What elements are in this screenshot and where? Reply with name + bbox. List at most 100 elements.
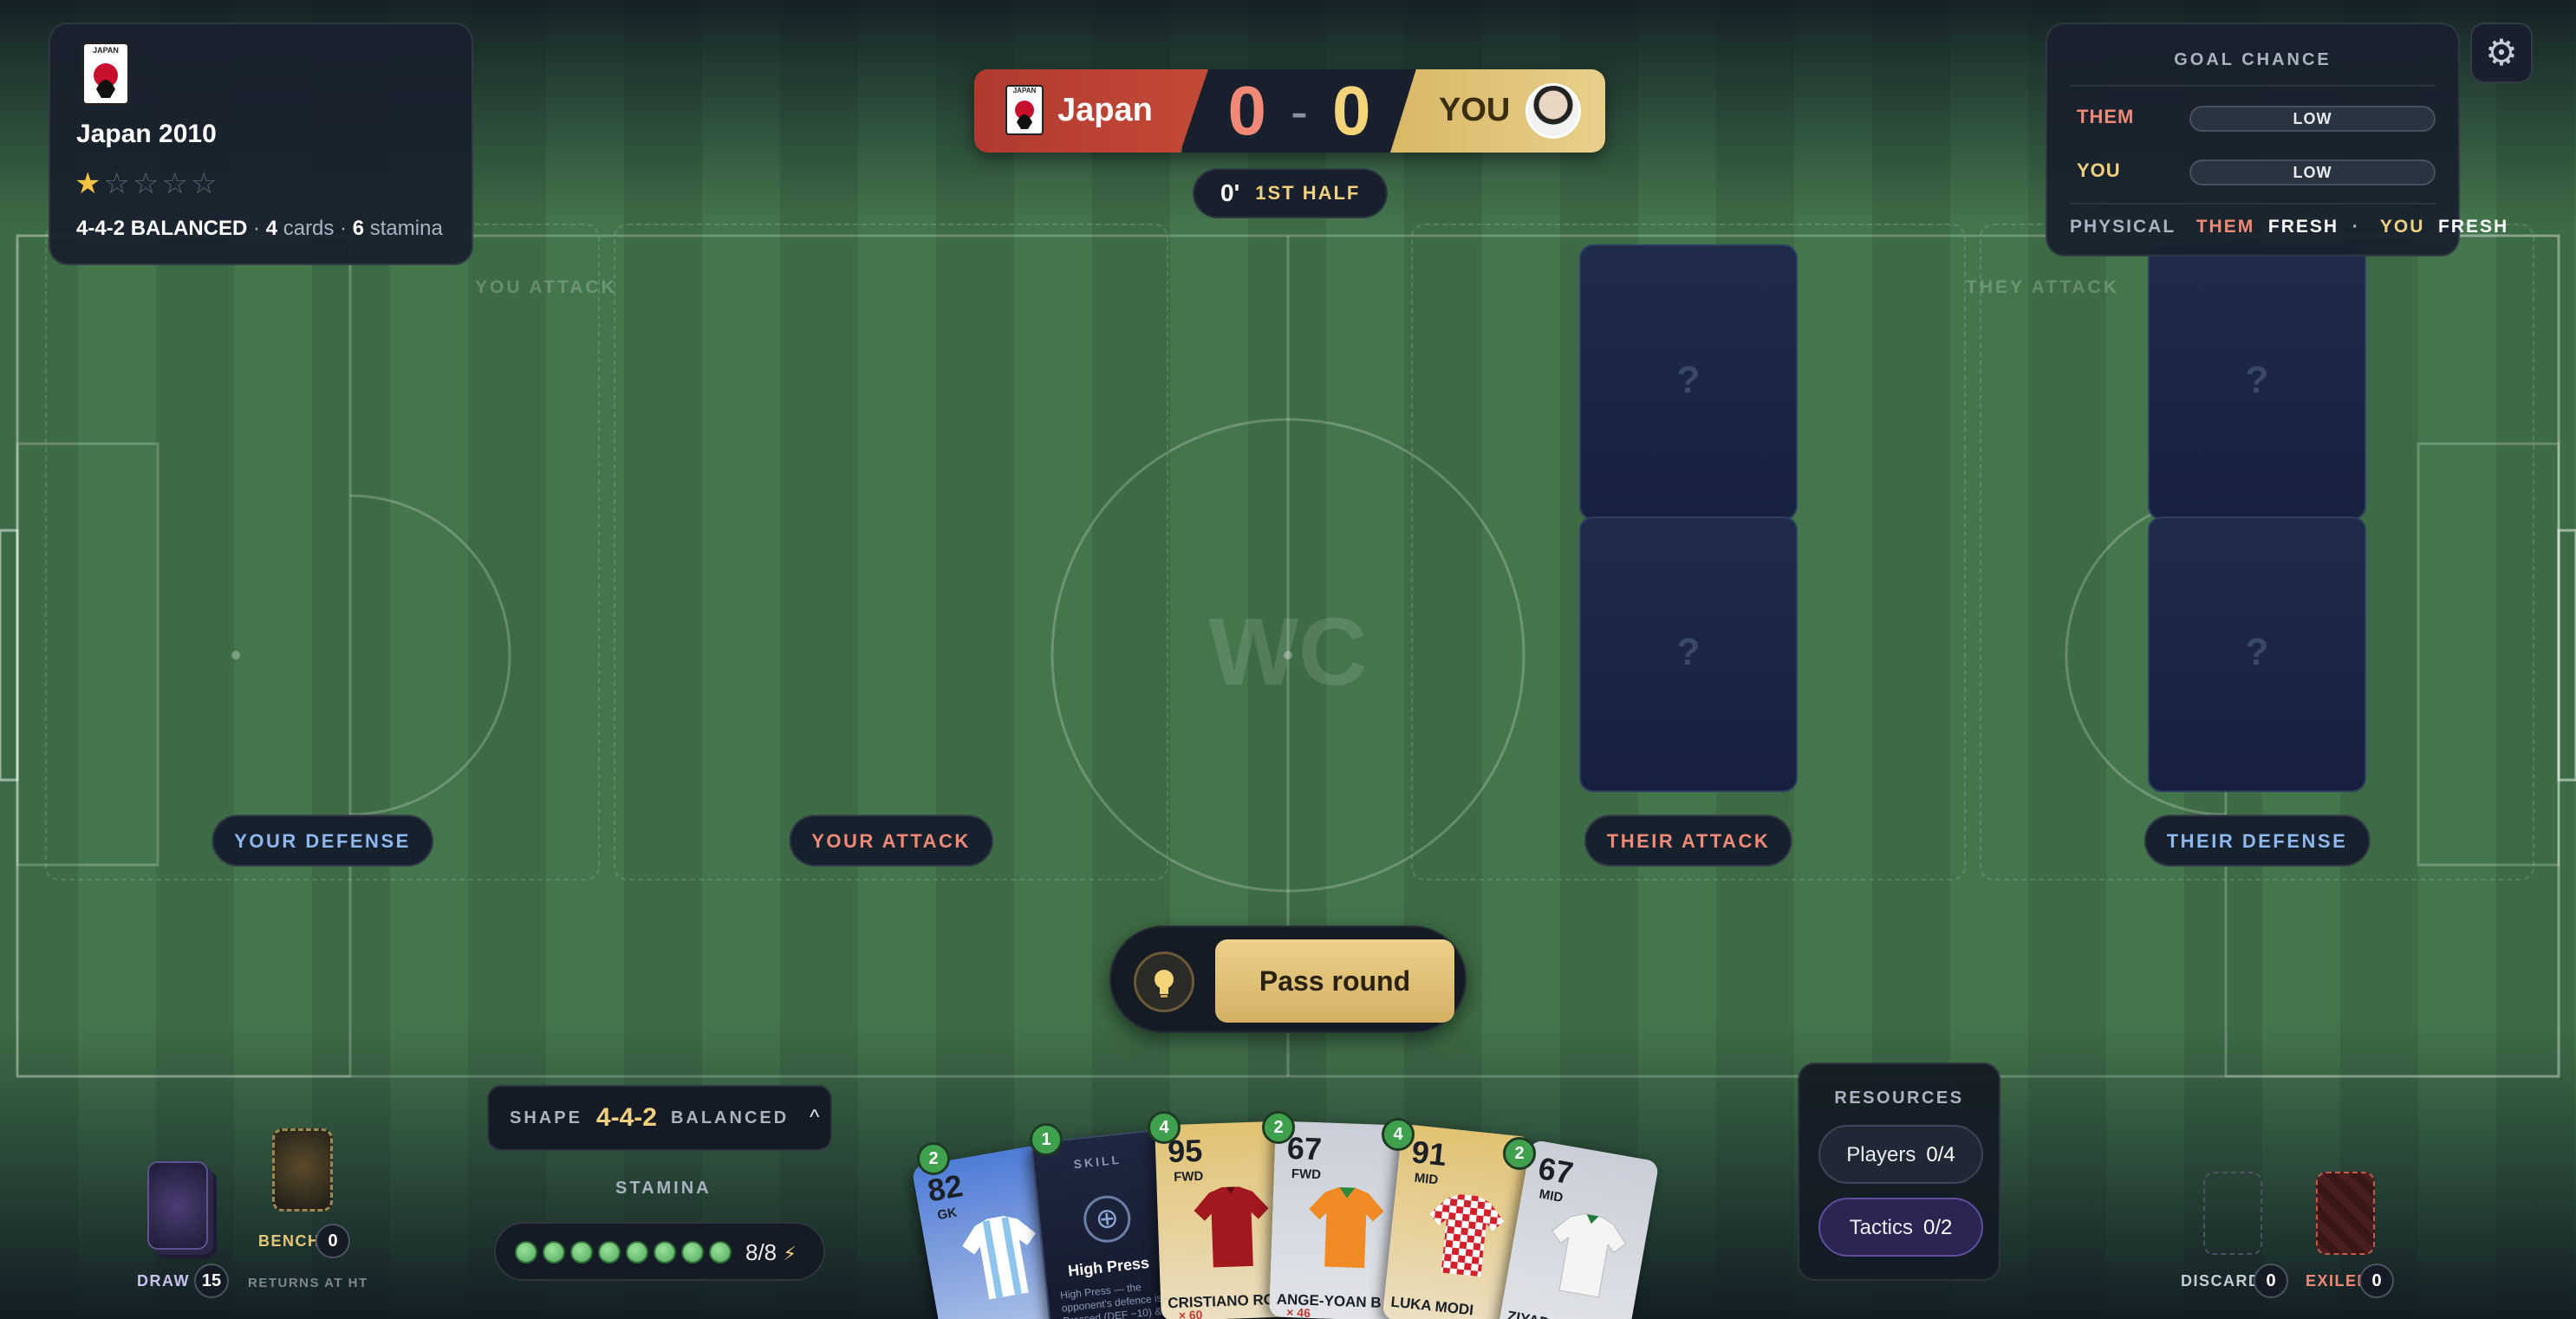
you-chance-bar: LOW [2189,159,2436,185]
settings-button[interactable]: ⚙ [2470,23,2533,83]
opponent-hidden-card: ? [1579,244,1798,520]
chevron-up-icon: ^ [810,1106,820,1129]
stamina-meter: 8/8 ⚡ [494,1222,825,1281]
card-position: FWD [1173,1168,1204,1185]
goal-chance-panel: GOAL CHANCE THEM LOW YOU LOW PHYSICAL TH… [2046,23,2507,257]
hint-button[interactable] [1134,952,1194,1012]
your-defense-label: YOUR DEFENSE [211,815,433,867]
stamina-value: 8/8 ⚡ [745,1239,797,1266]
star-icon: ☆ [161,167,191,200]
bench-note: RETURNS AT HT [248,1276,368,1290]
hidden-card-glyph: ? [1676,359,1701,401]
jersey-icon [956,1209,1047,1304]
cards-label: cards [283,217,335,240]
star-icon: ☆ [190,167,220,200]
pass-round-button[interactable]: Pass round [1215,939,1454,1023]
players-label: Players [1846,1143,1916,1166]
cards-count: 4 [265,217,278,240]
draw-pile[interactable] [147,1161,208,1250]
card-position: MID [1538,1186,1564,1205]
skill-name: High Press [1067,1253,1150,1280]
you-attack-direction-label: YOU ATTACK [475,277,617,297]
star-icon: ☆ [132,167,162,200]
jersey-icon [1192,1184,1272,1270]
crest-bird-icon [94,63,118,98]
player-hand: 82GKGERONIMO R2SKILL⊕High PressHigh Pres… [901,1101,1699,1319]
card-cost-badge: 2 [917,1142,950,1175]
discard-pile[interactable] [2203,1172,2262,1255]
draw-label: DRAW [137,1272,190,1290]
opponent-hidden-card: ? [1579,517,1798,792]
they-attack-direction-label: THEY ATTACK [1966,277,2119,297]
zone-your-defense[interactable] [45,224,600,880]
stamina-pip [681,1241,704,1264]
your-attack-label: YOUR ATTACK [789,815,993,867]
zone-your-attack[interactable] [614,224,1168,880]
card-cost-badge: 2 [1262,1111,1295,1144]
stamina-label: stamina [369,217,443,240]
shape-selector[interactable]: SHAPE 4-4-2 BALANCED ^ [487,1085,832,1151]
formation-text: 4-4-2 BALANCED [76,217,248,240]
star-icon: ☆ [103,167,133,200]
card-player-name: ZIYAD ALJOHANI [1506,1308,1656,1319]
players-value: 0/4 [1926,1143,1955,1166]
star-rating: ★☆☆☆☆ [75,166,219,201]
score-display: 0 - 0 [1182,69,1416,153]
stamina-pip [654,1241,676,1264]
card-cost-badge: 4 [1382,1118,1415,1151]
physical-them-label: THEM [2195,217,2255,237]
team-info-panel: JAPAN Japan 2010 ★☆☆☆☆ 4-4-2 BALANCED · … [49,23,473,265]
physical-them-value: FRESH [2267,217,2339,237]
match-half: 1ST HALF [1255,182,1361,204]
card-rating: 91 [1409,1134,1448,1173]
card-cost-badge: 4 [1148,1111,1181,1144]
star-icon: ★ [75,167,104,200]
tactics-value: 0/2 [1922,1216,1953,1239]
card-stat: × 60 [1178,1307,1203,1319]
bench-pile[interactable] [272,1128,333,1212]
match-clock: 0' 1ST HALF [1193,168,1389,218]
card-position: FWD [1291,1166,1322,1183]
discard-label: DISCARD [2181,1272,2261,1290]
stamina-pip [515,1241,537,1264]
goal-chance-them-row: THEM LOW [2077,106,2436,132]
match-minute: 0' [1220,179,1240,206]
away-team-name: YOU [1439,92,1511,128]
draw-count: 15 [194,1264,229,1298]
you-label: YOU [2077,159,2121,181]
shape-label: SHAPE [510,1108,582,1127]
away-score: 0 [1331,72,1371,149]
home-crest-bird-icon [1015,101,1034,129]
opponent-hidden-card: ? [2148,244,2366,520]
bolt-icon: ⚡ [783,1243,797,1264]
scoreboard-home: JAPAN Japan [974,69,1208,153]
jersey-icon [1540,1207,1631,1303]
player-avatar [1525,83,1581,139]
home-score: 0 [1227,72,1267,149]
bench-count: 0 [315,1224,350,1258]
players-resource: Players 0/4 [1818,1125,1983,1184]
bench-label: BENCH [258,1232,321,1250]
pass-round-controls: Pass round [1109,926,1467,1033]
crest-label: JAPAN [93,46,119,55]
hidden-card-glyph: ? [2245,359,2269,401]
physical-you-label: YOU [2379,217,2425,237]
exiled-count: 0 [2359,1264,2394,1298]
physical-you-value: FRESH [2438,217,2509,237]
scoreboard-away: YOU [1390,69,1605,153]
opponent-hidden-card: ? [2148,517,2366,792]
lightbulb-icon [1155,970,1174,997]
goal-chance-title: GOAL CHANCE [2174,50,2332,69]
home-crest-icon: JAPAN [1005,85,1044,135]
stamina-title: STAMINA [615,1179,712,1198]
center-watermark: WC [1208,599,1367,705]
crosshair-icon: ⊕ [1081,1192,1133,1245]
exiled-pile[interactable] [2316,1172,2375,1255]
card-cost-badge: 2 [1503,1137,1536,1170]
them-label: THEM [2077,106,2135,127]
stamina-pip [570,1241,593,1264]
score-separator: - [1291,81,1308,140]
team-crest-icon: JAPAN [81,42,130,106]
stamina-pip [626,1241,648,1264]
goal-chance-you-row: YOU LOW [2077,159,2436,185]
